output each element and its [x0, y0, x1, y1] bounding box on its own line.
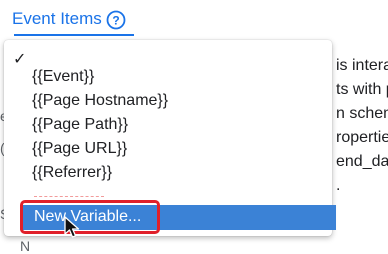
event-items-label: Event Items: [12, 9, 102, 28]
mouse-pointer-icon: [64, 216, 80, 238]
field-underline: [14, 34, 134, 36]
menu-item-page-path[interactable]: {{Page Path}}: [32, 116, 128, 134]
svg-text:?: ?: [112, 14, 119, 28]
highlight-annotation: [20, 200, 160, 234]
menu-item-page-url[interactable]: {{Page URL}}: [32, 140, 127, 158]
menu-item-event[interactable]: {{Event}}: [32, 68, 94, 86]
menu-item-referrer[interactable]: {{Referrer}}: [32, 164, 112, 182]
menu-separator: [34, 196, 104, 197]
help-circle-icon[interactable]: ?: [106, 10, 126, 30]
menu-item-page-hostname[interactable]: {{Page Hostname}}: [32, 92, 168, 110]
checkmark-icon: ✓: [13, 51, 27, 68]
background-description: is intera ts with p n schem ropertie end…: [336, 57, 388, 194]
background-fragment: N: [20, 238, 31, 254]
